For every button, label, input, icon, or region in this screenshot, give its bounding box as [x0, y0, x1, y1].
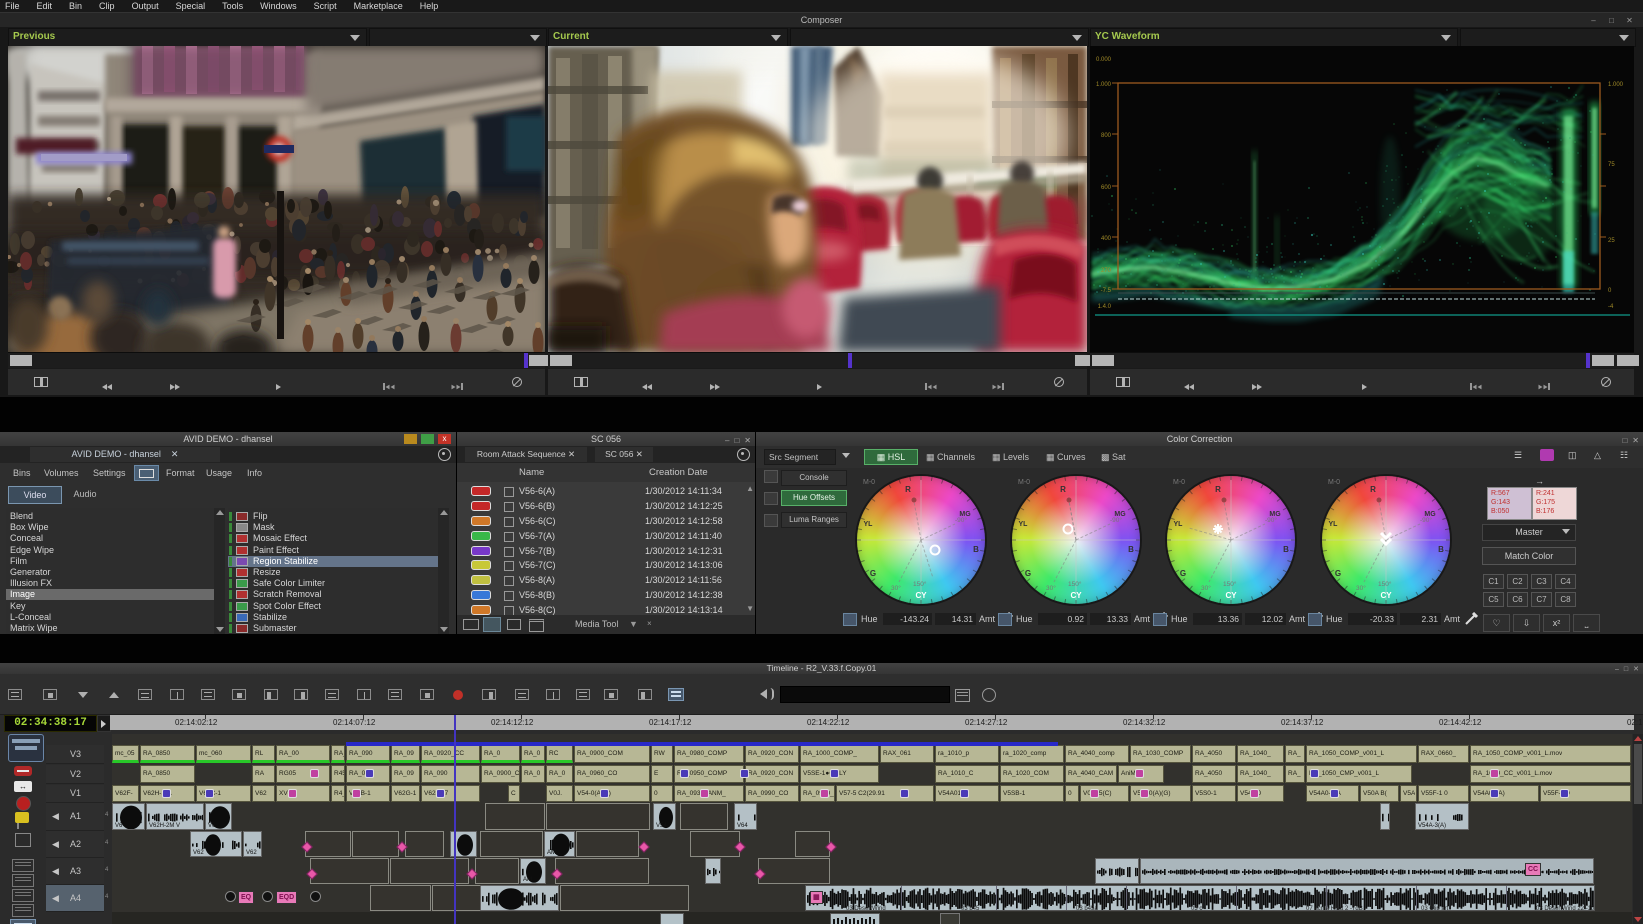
- svg-text:B: B: [1438, 545, 1444, 554]
- svg-text:25: 25: [1608, 238, 1615, 244]
- svg-text:03 DesertWind 22 -10dB(3): 03 DesertWind 22 -10dB(3): [1536, 906, 1595, 911]
- svg-text:YL: YL: [1174, 521, 1184, 528]
- svg-text:03 b45a: 03 b45a: [1076, 906, 1098, 911]
- svg-text:R: R: [1370, 485, 1376, 494]
- svg-text:03 c: 03 c: [1191, 906, 1202, 911]
- svg-text:30°: 30°: [1046, 584, 1056, 592]
- svg-text:07 acma Heat 2 -7dB: 07 acma Heat 2 -7dB: [1306, 906, 1363, 911]
- svg-text:-4: -4: [1608, 304, 1614, 310]
- svg-text:CY: CY: [1225, 591, 1237, 600]
- svg-text:-90°: -90°: [1110, 516, 1122, 524]
- svg-text:75: 75: [1608, 162, 1615, 168]
- svg-text:1.000: 1.000: [1608, 82, 1624, 88]
- svg-text:150°: 150°: [1223, 580, 1237, 588]
- svg-text:-90°: -90°: [955, 516, 967, 524]
- svg-text:G: G: [1025, 569, 1031, 578]
- svg-text:B: B: [1283, 545, 1289, 554]
- svg-text:800: 800: [1101, 133, 1112, 139]
- svg-text:150°: 150°: [1068, 580, 1082, 588]
- svg-text:0.000: 0.000: [1096, 57, 1112, 63]
- svg-text:150°: 150°: [913, 580, 927, 588]
- svg-text:400: 400: [1101, 236, 1112, 242]
- svg-text:03 Clip art: 03 Clip art: [1421, 906, 1449, 911]
- svg-text:1.4.0: 1.4.0: [1098, 304, 1112, 310]
- svg-text:150°: 150°: [1378, 580, 1392, 588]
- svg-text:R: R: [1215, 485, 1221, 494]
- svg-text:B: B: [973, 545, 979, 554]
- svg-text:270: 270: [1101, 268, 1112, 274]
- svg-text:R: R: [905, 485, 911, 494]
- svg-text:CY: CY: [915, 591, 927, 600]
- svg-text:B: B: [1128, 545, 1134, 554]
- svg-text:600: 600: [1101, 185, 1112, 191]
- svg-text:G: G: [1335, 569, 1341, 578]
- svg-text:03 DesertWind: 03 DesertWind: [846, 906, 886, 911]
- svg-text:-7.5: -7.5: [1101, 288, 1112, 294]
- svg-text:YL: YL: [1019, 521, 1029, 528]
- svg-text:-90°: -90°: [1420, 516, 1432, 524]
- svg-text:30°: 30°: [1356, 584, 1366, 592]
- svg-text:1.000: 1.000: [1096, 82, 1112, 88]
- svg-text:30°: 30°: [1201, 584, 1211, 592]
- svg-text:03 b45: 03 b45: [961, 906, 980, 911]
- svg-text:CY: CY: [1380, 591, 1392, 600]
- svg-text:-90°: -90°: [1265, 516, 1277, 524]
- svg-text:R: R: [1060, 485, 1066, 494]
- svg-text:YL: YL: [864, 521, 874, 528]
- svg-text:CY: CY: [1070, 591, 1082, 600]
- svg-text:YL: YL: [1329, 521, 1339, 528]
- svg-text:G: G: [1180, 569, 1186, 578]
- svg-text:30°: 30°: [891, 584, 901, 592]
- svg-text:G: G: [870, 569, 876, 578]
